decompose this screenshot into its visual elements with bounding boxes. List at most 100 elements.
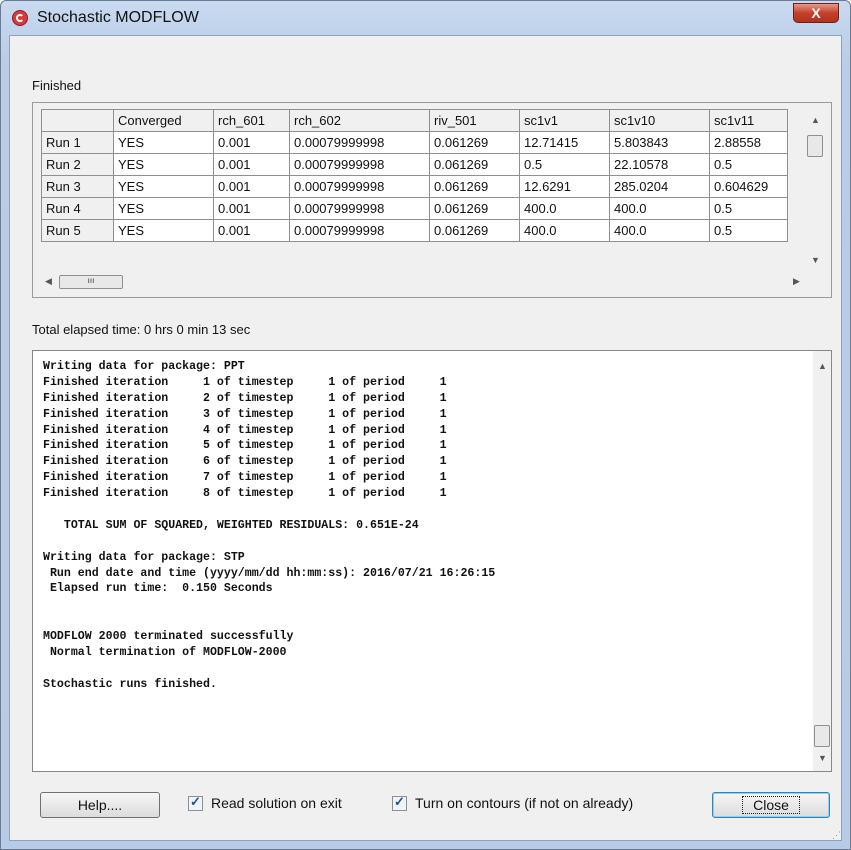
grid-cell[interactable]: YES (113, 197, 214, 220)
row-header[interactable]: Run 3 (41, 175, 114, 198)
column-header[interactable]: Converged (113, 109, 214, 132)
log-line: Writing data for package: STP (43, 550, 245, 564)
grid-cell[interactable]: 400.0 (609, 219, 710, 242)
grid-cell[interactable]: 400.0 (609, 197, 710, 220)
log-line: Finished iteration 2 of timestep 1 of pe… (43, 391, 447, 405)
grid-cell[interactable]: 5.803843 (609, 131, 710, 154)
grid-cell[interactable]: 0.5 (709, 197, 788, 220)
log-line: Finished iteration 5 of timestep 1 of pe… (43, 439, 447, 453)
log-line: TOTAL SUM OF SQUARED, WEIGHTED RESIDUALS… (43, 518, 419, 532)
grid-cell[interactable]: 12.71415 (519, 131, 610, 154)
log-line: MODFLOW 2000 terminated successfully (43, 630, 294, 644)
log-scroll-thumb[interactable] (814, 725, 830, 747)
grid-cell[interactable]: 0.00079999998 (289, 131, 430, 154)
grid-cell[interactable]: YES (113, 175, 214, 198)
log-line: Finished iteration 6 of timestep 1 of pe… (43, 455, 447, 469)
grid-cell[interactable]: 22.10578 (609, 153, 710, 176)
row-header[interactable]: Run 2 (41, 153, 114, 176)
table-row[interactable]: Run 5 YES 0.001 0.00079999998 0.061269 400.0 4… (41, 219, 788, 242)
log-vertical-scrollbar[interactable]: ▲ ▼ (813, 351, 831, 771)
log-output[interactable]: Writing data for package: PPT Finished it… (32, 350, 832, 772)
scroll-up-arrow-icon[interactable]: ▲ (811, 115, 820, 125)
scroll-left-arrow-icon[interactable]: ◀ (45, 276, 52, 287)
column-header[interactable]: sc1v11 (709, 109, 788, 132)
grid-cell[interactable]: 12.6291 (519, 175, 610, 198)
contours-checkbox[interactable]: Turn on contours (if not on already) (392, 794, 634, 811)
table-row[interactable]: Run 4 YES 0.001 0.00079999998 0.061269 400.0 4… (41, 197, 788, 220)
grid-cell[interactable]: 0.001 (213, 219, 290, 242)
grid-cell[interactable]: 2.88558 (709, 131, 788, 154)
table-row[interactable]: Run 2 YES 0.001 0.00079999998 0.061269 0.5 22.… (41, 153, 788, 176)
title-bar[interactable]: Stochastic MODFLOW X (1, 1, 850, 35)
grid-vertical-scrollbar[interactable]: ▲ ▼ (805, 109, 825, 274)
results-grid: Converged rch_601 rch_602 riv_501 sc1v1 sc1v1… (41, 109, 788, 242)
checkbox-checked-icon[interactable] (188, 794, 203, 811)
row-header[interactable]: Run 1 (41, 131, 114, 154)
grid-cell[interactable]: 0.061269 (429, 175, 520, 198)
grid-scroll-thumb[interactable] (807, 135, 823, 157)
table-row[interactable]: Run 3 YES 0.001 0.00079999998 0.061269 12.629… (41, 175, 788, 198)
close-button-label: Close (742, 796, 800, 814)
grid-cell[interactable]: 400.0 (519, 219, 610, 242)
column-header[interactable]: sc1v10 (609, 109, 710, 132)
grid-corner-cell[interactable] (41, 109, 114, 132)
grid-cell[interactable]: 0.061269 (429, 219, 520, 242)
app-logo-icon (12, 10, 28, 26)
grid-cell[interactable]: 0.001 (213, 197, 290, 220)
grid-cell[interactable]: YES (113, 219, 214, 242)
grid-cell[interactable]: 0.061269 (429, 153, 520, 176)
table-row[interactable]: Run 1 YES 0.001 0.00079999998 0.061269 12.714… (41, 131, 788, 154)
column-header[interactable]: riv_501 (429, 109, 520, 132)
log-line: Writing data for package: PPT (43, 360, 245, 373)
grid-cell[interactable]: 0.604629 (709, 175, 788, 198)
grid-cell[interactable]: 400.0 (519, 197, 610, 220)
close-button[interactable]: Close (712, 792, 830, 818)
grid-cell[interactable]: 0.5 (709, 219, 788, 242)
grid-cell[interactable]: 0.00079999998 (289, 219, 430, 242)
column-header[interactable]: rch_602 (289, 109, 430, 132)
column-header[interactable]: rch_601 (213, 109, 290, 132)
read-solution-label: Read solution on exit (211, 795, 342, 811)
log-line: Finished iteration 4 of timestep 1 of pe… (43, 423, 447, 437)
grid-cell[interactable]: 285.0204 (609, 175, 710, 198)
log-line: Normal termination of MODFLOW-2000 (43, 646, 287, 660)
status-label: Finished (32, 78, 82, 93)
grid-cell[interactable]: 0.061269 (429, 131, 520, 154)
scroll-down-arrow-icon[interactable]: ▼ (818, 753, 827, 763)
grid-cell[interactable]: 0.001 (213, 153, 290, 176)
resize-grip-icon[interactable]: ⋰ (832, 830, 841, 841)
window-close-button[interactable]: X (793, 3, 839, 23)
grid-cell[interactable]: 0.00079999998 (289, 153, 430, 176)
grid-horizontal-scrollbar[interactable]: ◀ ııı ▶ (41, 273, 809, 291)
grid-cell[interactable]: 0.001 (213, 131, 290, 154)
grid-cell[interactable]: 0.00079999998 (289, 175, 430, 198)
log-line: Finished iteration 3 of timestep 1 of pe… (43, 407, 447, 421)
row-header[interactable]: Run 5 (41, 219, 114, 242)
scroll-up-arrow-icon[interactable]: ▲ (818, 361, 827, 371)
grid-cell[interactable]: 0.061269 (429, 197, 520, 220)
log-line: Finished iteration 7 of timestep 1 of pe… (43, 471, 447, 485)
row-header[interactable]: Run 4 (41, 197, 114, 220)
grid-cell[interactable]: 0.001 (213, 175, 290, 198)
grid-horizontal-thumb[interactable]: ııı (59, 275, 123, 289)
grid-cell[interactable]: 0.5 (519, 153, 610, 176)
contours-label: Turn on contours (if not on already) (415, 795, 634, 811)
read-solution-checkbox[interactable]: Read solution on exit (188, 794, 342, 811)
grid-cell[interactable]: YES (113, 153, 214, 176)
log-line: Finished iteration 1 of timestep 1 of pe… (43, 375, 447, 389)
grid-cell[interactable]: 0.00079999998 (289, 197, 430, 220)
grid-cell[interactable]: YES (113, 131, 214, 154)
scroll-right-arrow-icon[interactable]: ▶ (793, 276, 800, 287)
help-button[interactable]: Help.... (40, 792, 160, 818)
grid-cell[interactable]: 0.5 (709, 153, 788, 176)
window-title: Stochastic MODFLOW (37, 9, 199, 26)
log-line: Elapsed run time: 0.150 Seconds (43, 582, 273, 596)
log-text: Writing data for package: PPT Finished it… (43, 359, 495, 693)
column-header[interactable]: sc1v1 (519, 109, 610, 132)
scroll-down-arrow-icon[interactable]: ▼ (811, 255, 820, 265)
checkbox-checked-icon[interactable] (392, 794, 407, 811)
results-grid-panel: Converged rch_601 rch_602 riv_501 sc1v1 sc1v1… (32, 102, 832, 298)
